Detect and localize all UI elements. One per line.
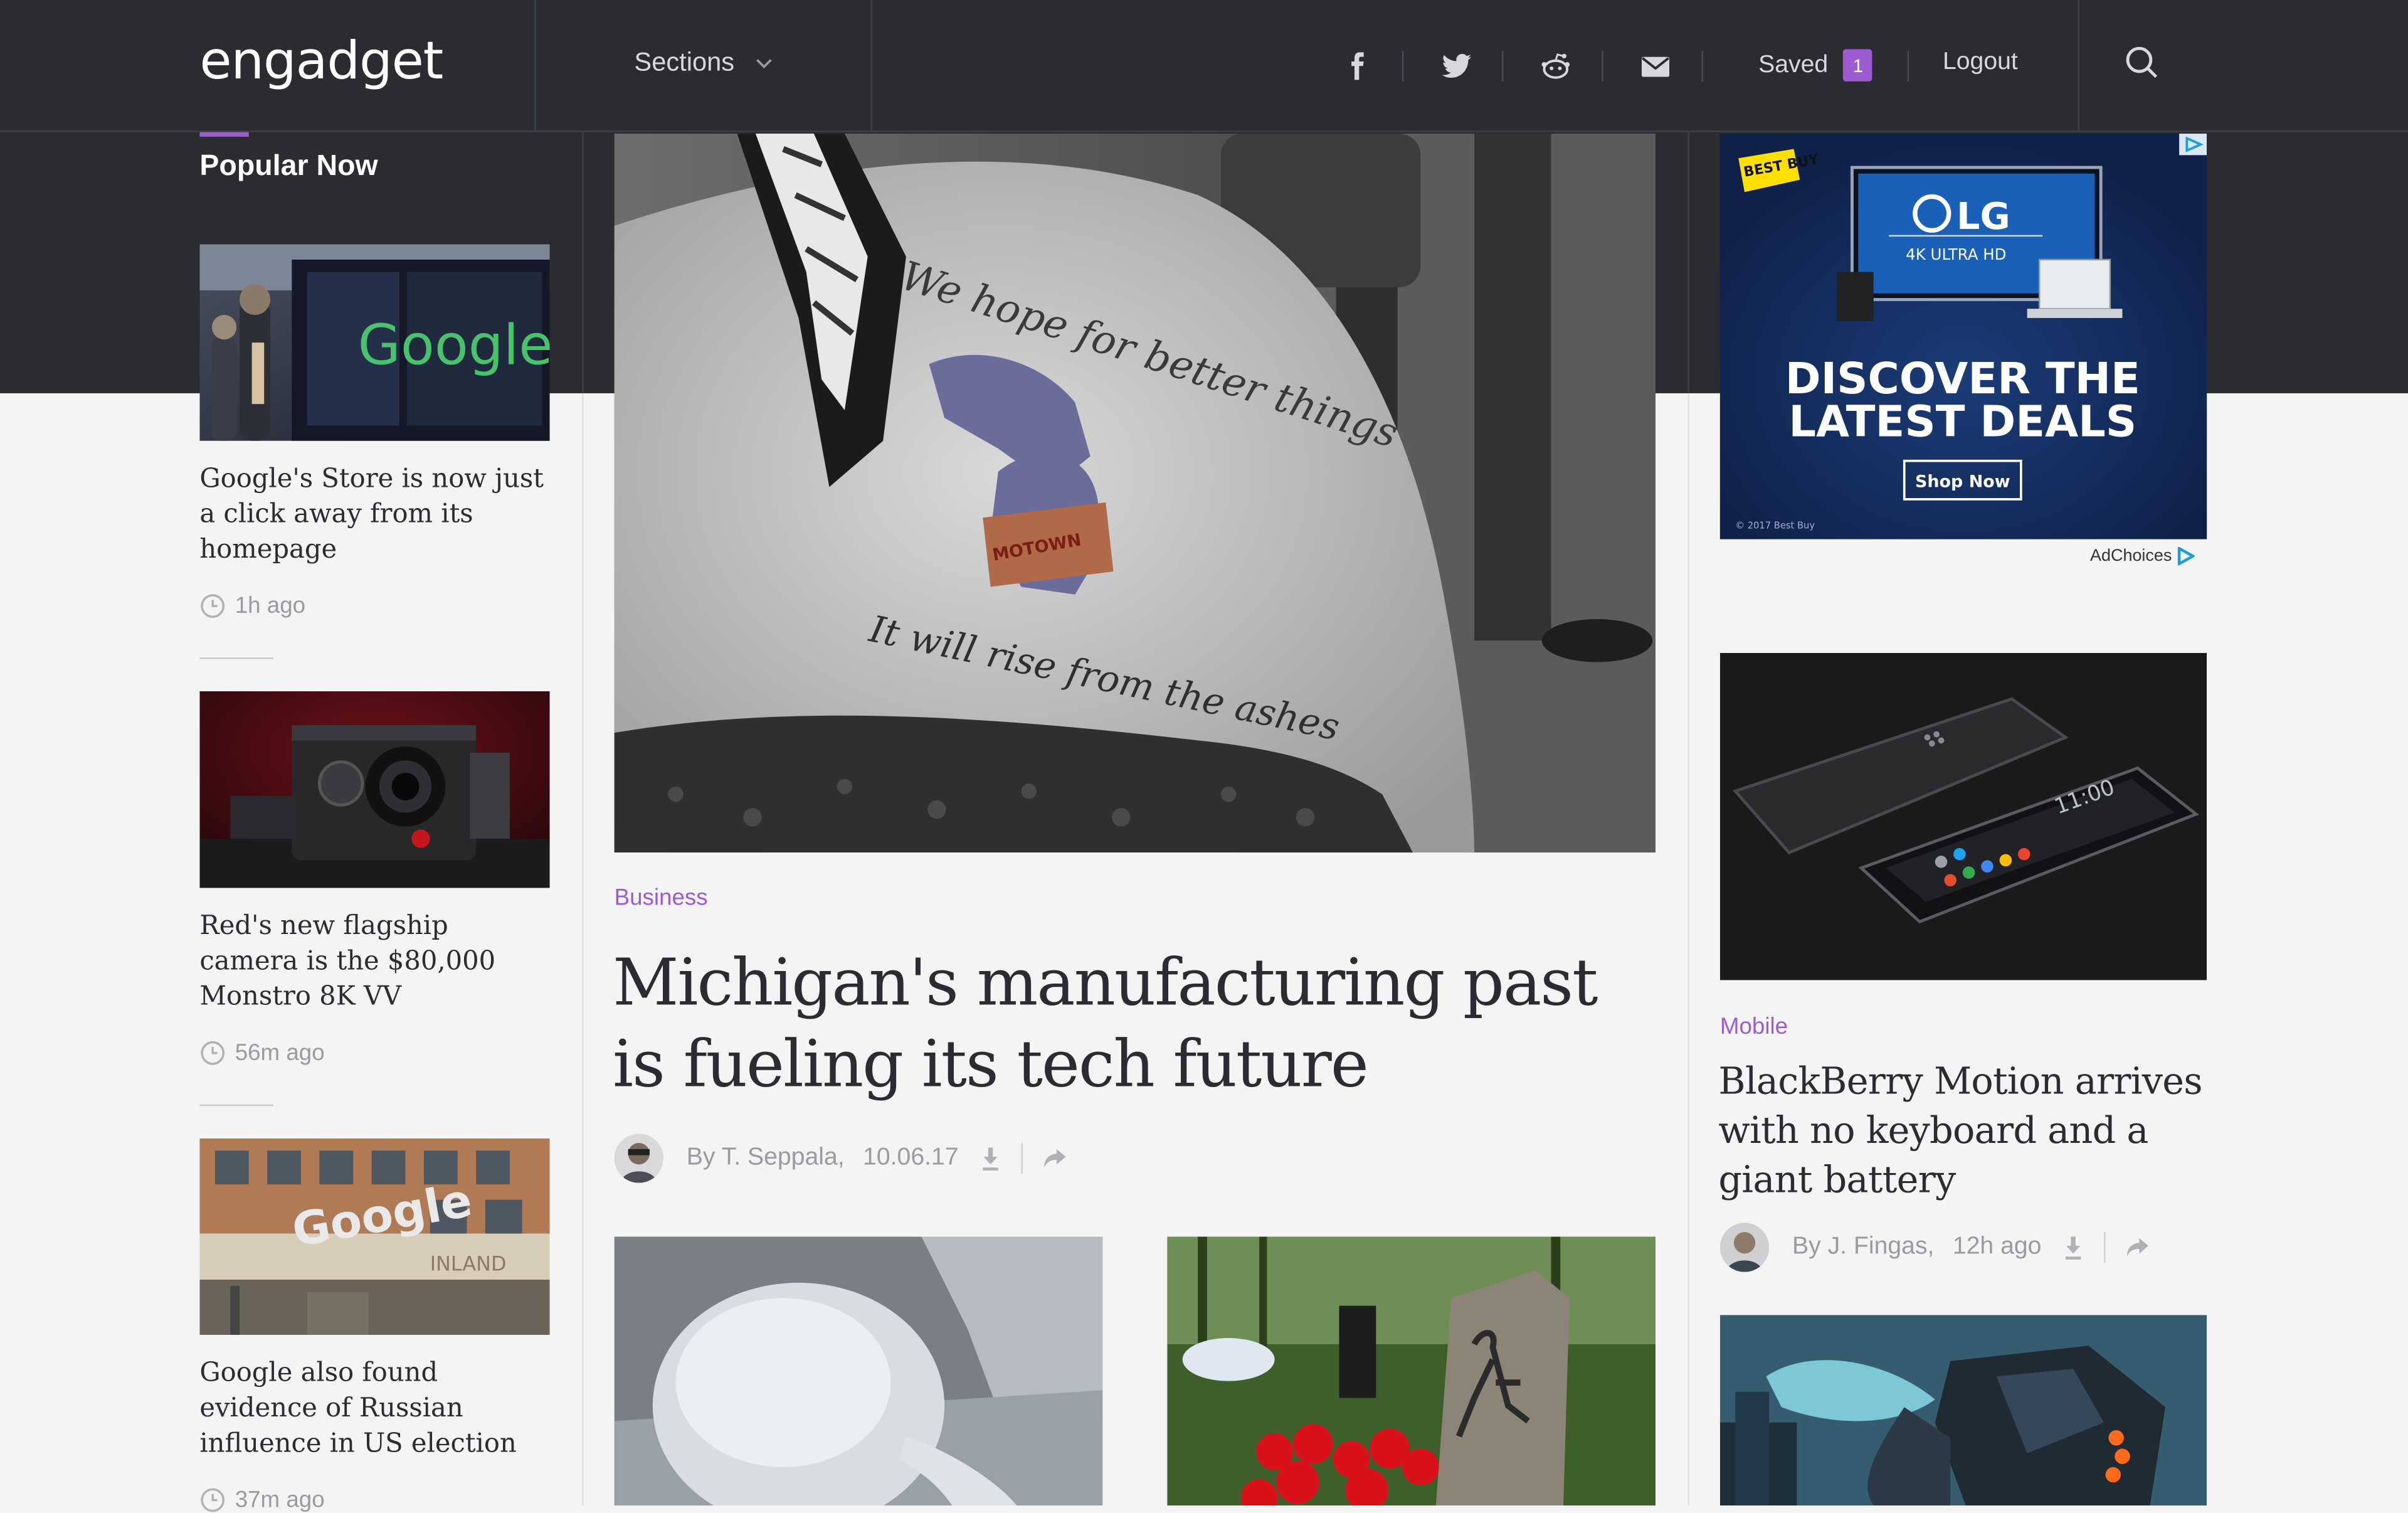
article-image-blackberry-motion[interactable]: 11:00 [1719, 652, 2207, 980]
time-label: 56m ago [235, 1039, 325, 1066]
popular-headline[interactable]: Google's Store is now just a click away … [199, 462, 549, 568]
hero-image-tattoo[interactable]: We hope for better things MOTOWN It will… [614, 134, 1656, 853]
ad-headline-line2: LATEST DEALS [1788, 397, 2136, 447]
ad-product: 4K ULTRA HD [1906, 245, 2006, 263]
reddit-icon[interactable] [1536, 46, 1576, 86]
popular-item[interactable]: Red's new flagship camera is the $80,000… [199, 691, 550, 1066]
clock-icon [201, 1488, 225, 1512]
popular-timestamp: 56m ago [199, 1040, 549, 1066]
popular-separator [199, 657, 273, 659]
sections-menu-button[interactable]: Sections [634, 48, 773, 78]
publish-date: 10.06.17 [863, 1144, 959, 1171]
building-lettering: INLAND [430, 1251, 507, 1275]
byline-divider [2104, 1232, 2106, 1263]
social-divider [1402, 50, 1404, 82]
right-byline: By J. Fingas, 12h ago [1719, 1223, 2153, 1272]
author-avatar[interactable] [1719, 1223, 1770, 1272]
clock-icon [201, 1041, 225, 1065]
saved-count-badge: 1 [1843, 49, 1873, 82]
category-link-mobile[interactable]: Mobile [1720, 1014, 1788, 1040]
author-avatar[interactable] [614, 1133, 663, 1183]
social-divider [1602, 50, 1603, 82]
column-divider [1687, 393, 1689, 1506]
column-divider [582, 132, 584, 393]
google-store-sign: Google [358, 312, 550, 377]
nav-separator [870, 0, 873, 131]
popular-thumbnail-red-camera[interactable] [199, 691, 550, 888]
popular-thumbnail-google-office[interactable]: Google INLAND [199, 1138, 550, 1335]
popular-separator [199, 1104, 273, 1107]
adchoices-link[interactable]: AdChoices [2090, 546, 2195, 566]
logout-link[interactable]: Logout [1943, 49, 2018, 77]
popular-accent-bar [199, 132, 249, 137]
popular-item[interactable]: Google INLAND Google also found evidence… [199, 1138, 550, 1513]
author-name[interactable]: By J. Fingas, [1792, 1234, 1934, 1261]
popular-thumbnail-google-store[interactable]: Google [199, 244, 550, 441]
social-divider [1502, 50, 1504, 82]
time-label: 37m ago [235, 1487, 325, 1513]
column-divider [582, 393, 584, 1506]
ad-brand: LG [1956, 194, 2010, 238]
saved-label: Saved [1758, 51, 1829, 78]
ad-legal: © 2017 Best Buy [1735, 520, 1815, 531]
nav-separator [534, 0, 536, 131]
popular-timestamp: 1h ago [199, 593, 549, 619]
author-name[interactable]: By T. Seppala, [687, 1144, 845, 1172]
facebook-icon[interactable] [1338, 46, 1378, 86]
main-byline: By T. Seppala, 10.06.17 [614, 1133, 1071, 1183]
social-divider [1701, 50, 1703, 82]
nav-divider [1907, 50, 1909, 82]
byline-divider [1021, 1143, 1023, 1174]
article-thumbnail-pacific-rim[interactable] [1719, 1315, 2207, 1506]
popular-headline[interactable]: Red's new flagship camera is the $80,000… [199, 910, 549, 1016]
article-thumbnail-robot-cushion[interactable] [614, 1236, 1103, 1506]
right-article-headline[interactable]: BlackBerry Motion arrives with no keyboa… [1718, 1057, 2225, 1204]
top-navigation: engadget Sections Saved 1 Logout [0, 0, 2408, 132]
publish-time: 12h ago [1952, 1233, 2042, 1260]
download-icon[interactable] [974, 1142, 1008, 1176]
twitter-icon[interactable] [1436, 46, 1476, 86]
share-icon[interactable] [1037, 1142, 1070, 1176]
email-icon[interactable] [1635, 46, 1676, 86]
search-icon[interactable] [2124, 45, 2164, 85]
main-article-headline[interactable]: Michigan's manufacturing past is fueling… [613, 942, 1657, 1105]
saved-button[interactable]: Saved 1 [1758, 49, 1873, 82]
time-label: 1h ago [235, 593, 306, 619]
clock-icon [201, 594, 225, 618]
share-icon[interactable] [2120, 1231, 2153, 1265]
popular-now-heading: Popular Now [199, 151, 378, 183]
adchoices-icon [2178, 546, 2195, 566]
adchoices-label: AdChoices [2090, 546, 2172, 566]
download-icon[interactable] [2057, 1231, 2091, 1265]
column-divider [1687, 132, 1689, 393]
engadget-logo[interactable]: engadget [199, 31, 443, 92]
popular-item[interactable]: Google Google's Store is now just a clic… [199, 244, 550, 619]
best-buy-advertisement[interactable]: BEST BUY LG 4K ULTRA HD DISCOVER THE LAT… [1719, 134, 2207, 539]
chevron-down-icon [756, 58, 773, 68]
sections-label: Sections [634, 47, 735, 77]
category-link-business[interactable]: Business [615, 885, 708, 911]
article-thumbnail-aim-gravestone[interactable] [1167, 1236, 1656, 1506]
ad-cta: Shop Now [1915, 472, 2010, 491]
popular-timestamp: 37m ago [199, 1487, 549, 1513]
nav-separator [2078, 0, 2079, 131]
popular-headline[interactable]: Google also found evidence of Russian in… [199, 1356, 549, 1462]
